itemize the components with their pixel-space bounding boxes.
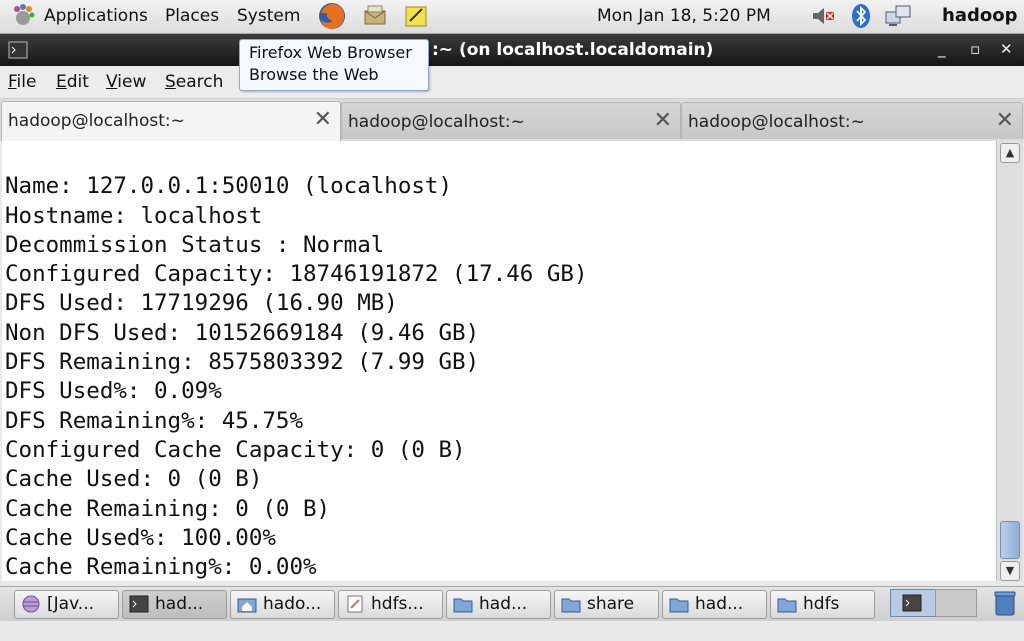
tab-label: hadoop@localhost:~: [688, 112, 865, 132]
mail-client-launcher-icon[interactable]: [362, 3, 388, 29]
taskbar-label: had...: [155, 594, 204, 614]
taskbar-label: hado...: [263, 594, 322, 614]
text-editor-launcher-icon[interactable]: [403, 3, 429, 29]
workspace-1[interactable]: [890, 589, 936, 617]
menu-edit-mnemonic: E: [56, 72, 67, 92]
minimize-button[interactable]: _: [938, 40, 946, 58]
menu-view-label: iew: [117, 72, 147, 92]
tab-close-icon[interactable]: ✕: [314, 107, 332, 132]
scroll-down-button[interactable]: ▼: [1000, 561, 1020, 581]
taskbar-button-folder-share[interactable]: share: [554, 590, 659, 619]
text-editor-icon: [347, 595, 363, 613]
java-icon: [22, 595, 40, 613]
terminal-line: Hostname: localhost: [5, 202, 263, 229]
taskbar-button-terminal[interactable]: had...: [122, 590, 227, 619]
terminal-line: Cache Remaining: 0 (0 B): [5, 495, 331, 522]
terminal-icon: [129, 595, 149, 613]
menu-edit-label: dit: [66, 72, 89, 92]
terminal-lines: Name: 127.0.0.1:50010 (localhost) Hostnam…: [5, 143, 587, 641]
firefox-launcher-icon[interactable]: [317, 1, 347, 31]
terminal-line: Name: 127.0.0.1:50010 (localhost): [5, 173, 453, 200]
folder-icon: [777, 598, 797, 613]
terminal-line: DFS Remaining: 8575803392 (7.99 GB): [5, 349, 480, 376]
maximize-button[interactable]: ▫: [970, 40, 980, 58]
taskbar-button-folder-hdfs[interactable]: hdfs: [770, 590, 875, 619]
folder-icon: [561, 598, 581, 613]
menu-search-label: earch: [175, 72, 224, 92]
folder-icon: [669, 598, 689, 613]
tab-label: hadoop@localhost:~: [348, 112, 525, 132]
user-menu[interactable]: hadoop: [942, 5, 1017, 26]
terminal-line: DFS Used: 17719296 (16.90 MB): [5, 290, 398, 317]
taskbar-button-folder-had-2[interactable]: had...: [662, 590, 767, 619]
tab-terminal-1[interactable]: hadoop@localhost:~ ✕: [1, 101, 341, 141]
tab-terminal-2[interactable]: hadoop@localhost:~ ✕: [341, 102, 681, 139]
tab-label: hadoop@localhost:~: [8, 111, 185, 131]
terminal-line: Cache Remaining%: 0.00%: [5, 554, 317, 581]
bluetooth-icon[interactable]: [848, 3, 874, 29]
terminal-line: DFS Remaining%: 45.75%: [5, 407, 304, 434]
terminal-icon: [902, 594, 922, 612]
folder-icon: [453, 598, 473, 613]
menu-file-mnemonic: F: [8, 72, 17, 92]
menu-search[interactable]: Search: [165, 72, 223, 92]
home-folder-icon: [237, 598, 257, 613]
terminal-line: Cache Used%: 100.00%: [5, 524, 276, 551]
menu-view-mnemonic: V: [106, 72, 118, 92]
taskbar-button-text-editor[interactable]: hdfs...: [338, 590, 443, 619]
menubar: File Edit View Search: [0, 66, 1024, 99]
close-window-button[interactable]: ✕: [1000, 40, 1013, 58]
taskbar-label: hdfs...: [371, 594, 424, 614]
terminal-line: DFS Used%: 0.09%: [5, 378, 222, 405]
terminal-scrollbar[interactable]: ▲ ▼: [996, 141, 1023, 581]
places-menu[interactable]: Places: [165, 6, 219, 26]
applications-menu[interactable]: Applications: [44, 6, 148, 26]
menu-file-label: ile: [16, 72, 37, 92]
tab-bar: hadoop@localhost:~ ✕ hadoop@localhost:~ …: [0, 99, 1024, 141]
menu-file[interactable]: File: [8, 72, 36, 92]
scroll-up-button[interactable]: ▲: [1000, 143, 1020, 163]
gnome-foot-icon: [14, 4, 35, 25]
terminal-line: Decommission Status : Normal: [5, 231, 385, 258]
menu-edit[interactable]: Edit: [56, 72, 89, 92]
terminal-line: Cache Used: 0 (0 B): [5, 466, 263, 493]
top-panel: Applications Places System Mon Jan 18, 5…: [0, 0, 1024, 34]
tooltip-description: Browse the Web: [249, 65, 379, 84]
taskbar-label: hdfs: [803, 594, 840, 614]
firefox-tooltip: Firefox Web Browser Browse the Web: [239, 39, 429, 91]
taskbar-label: had...: [695, 594, 744, 614]
taskbar-label: had...: [479, 594, 528, 614]
volume-muted-icon[interactable]: [810, 3, 836, 29]
network-icon[interactable]: [884, 3, 914, 29]
window-title: :~ (on localhost.localdomain): [432, 40, 714, 60]
tooltip-title: Firefox Web Browser: [249, 43, 412, 62]
bottom-panel: [Jav... had... hado... hdfs... had... sh…: [0, 586, 1024, 621]
tab-close-icon[interactable]: ✕: [654, 108, 672, 133]
trash-icon[interactable]: [993, 590, 1017, 616]
taskbar-button-home-folder[interactable]: hado...: [230, 590, 335, 619]
workspace-2[interactable]: [935, 589, 977, 617]
window-titlebar[interactable]: :~ (on localhost.localdomain) _ ▫ ✕: [0, 34, 1024, 66]
taskbar-label: [Jav...: [47, 594, 95, 614]
taskbar-button-java[interactable]: [Jav...: [14, 590, 119, 619]
taskbar-button-folder-had[interactable]: had...: [446, 590, 551, 619]
terminal-window-icon[interactable]: [8, 41, 28, 59]
terminal-output[interactable]: Name: 127.0.0.1:50010 (localhost) Hostnam…: [2, 141, 996, 581]
terminal-line: Non DFS Used: 10152669184 (9.46 GB): [5, 319, 480, 346]
taskbar-label: share: [587, 594, 635, 614]
scroll-thumb[interactable]: [1000, 521, 1020, 559]
menu-search-mnemonic: S: [165, 72, 176, 92]
clock[interactable]: Mon Jan 18, 5:20 PM: [597, 6, 771, 26]
terminal-line: Configured Capacity: 18746191872 (17.46 …: [5, 261, 588, 288]
system-menu[interactable]: System: [237, 6, 300, 26]
tab-close-icon[interactable]: ✕: [996, 108, 1014, 133]
terminal-line: Configured Cache Capacity: 0 (0 B): [5, 436, 466, 463]
tab-terminal-3[interactable]: hadoop@localhost:~ ✕: [681, 102, 1023, 139]
menu-view[interactable]: View: [106, 72, 146, 92]
